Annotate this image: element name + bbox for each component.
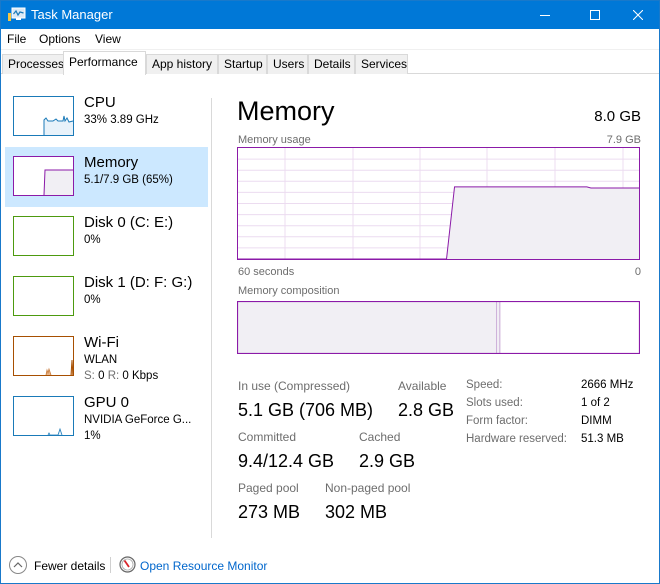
slots-used-label: Slots used: [466, 397, 523, 409]
form-factor-label: Form factor: [466, 415, 528, 427]
tab-startup[interactable]: Startup [218, 54, 267, 74]
menu-options[interactable]: Options [39, 32, 80, 46]
sidebar-item-gpu-0[interactable]: GPU 0 NVIDIA GeForce G... 1% [5, 387, 208, 447]
speed-label: Speed: [466, 379, 503, 391]
tab-performance[interactable]: Performance [63, 51, 146, 75]
sidebar-divider [211, 98, 212, 538]
sidebar-gpu-model: NVIDIA GeForce G... [84, 414, 192, 426]
sidebar-gpu-usage: 1% [84, 430, 101, 442]
tab-services[interactable]: Services [355, 54, 408, 74]
sidebar-item-wifi[interactable]: Wi-Fi WLAN S: 0 R: 0 Kbps [5, 327, 208, 387]
paged-pool-value: 273 MB [238, 502, 301, 522]
sidebar-disk1-usage: 0% [84, 294, 101, 306]
available-value: 2.8 GB [398, 400, 455, 420]
composition-in-use-segment [238, 302, 497, 353]
menu-file[interactable]: File [7, 32, 26, 46]
sidebar-disk0-usage: 0% [84, 234, 101, 246]
open-resource-monitor-link[interactable]: Open Resource Monitor [140, 559, 267, 573]
memory-usage-max: 7.9 GB [606, 134, 641, 146]
close-button[interactable] [615, 1, 660, 29]
sidebar-disk1-name: Disk 1 (D: F: G:) [84, 274, 193, 291]
sidebar-wifi-name: Wi-Fi [84, 334, 119, 351]
sidebar-item-disk-0[interactable]: Disk 0 (C: E:) 0% [5, 207, 208, 267]
memory-composition-bar [237, 301, 640, 354]
cpu-thumbnail-graph [13, 96, 74, 136]
sidebar-disk0-name: Disk 0 (C: E:) [84, 214, 174, 231]
tab-details[interactable]: Details [308, 54, 355, 74]
in-use-value: 5.1 GB (706 MB) [238, 400, 374, 420]
sidebar-memory-name: Memory [84, 154, 139, 171]
title-bar[interactable]: Task Manager [1, 1, 659, 29]
maximize-icon [590, 10, 600, 20]
time-axis-end: 0 [634, 266, 641, 278]
sidebar-wifi-adapter: WLAN [84, 354, 118, 366]
non-paged-pool-value: 302 MB [325, 502, 388, 522]
committed-label: Committed [238, 430, 297, 444]
memory-total: 8.0 GB [594, 108, 641, 125]
memory-thumbnail-graph [13, 156, 74, 196]
hardware-reserved-value: 51.3 MB [581, 433, 624, 445]
tab-bar: Processes Performance App history Startu… [1, 50, 659, 75]
tab-users[interactable]: Users [267, 54, 308, 74]
slots-used-value: 1 of 2 [581, 397, 610, 409]
wifi-receive-label: R: [107, 370, 120, 382]
sidebar-item-memory[interactable]: Memory 5.1/7.9 GB (65%) [5, 147, 208, 207]
sidebar-cpu-name: CPU [84, 94, 116, 111]
resource-monitor-icon [119, 556, 136, 573]
disk1-thumbnail-graph [13, 276, 74, 316]
disk0-thumbnail-graph [13, 216, 74, 256]
memory-usage-graph [237, 147, 640, 260]
task-manager-window: Task Manager File Options View Processes… [0, 0, 660, 584]
paged-pool-label: Paged pool [238, 481, 299, 495]
menu-bar: File Options View [1, 29, 659, 50]
footer: Fewer details Open Resource Monitor [1, 551, 659, 581]
time-axis-start: 60 seconds [238, 266, 295, 278]
speed-value: 2666 MHz [581, 379, 634, 391]
committed-value: 9.4/12.4 GB [238, 451, 335, 471]
form-factor-value: DIMM [581, 415, 612, 427]
non-paged-pool-label: Non-paged pool [325, 481, 411, 495]
sidebar-item-cpu[interactable]: CPU 33% 3.89 GHz [5, 87, 208, 147]
cached-value: 2.9 GB [359, 451, 416, 471]
available-label: Available [398, 379, 447, 393]
window-title: Task Manager [31, 7, 113, 22]
cached-label: Cached [359, 430, 401, 444]
minimize-button[interactable] [522, 1, 568, 29]
wifi-thumbnail-graph [13, 336, 74, 376]
close-icon [633, 10, 643, 20]
sidebar-wifi-throughput: S: 0 R: 0 Kbps [84, 370, 158, 382]
maximize-button[interactable] [572, 1, 618, 29]
wifi-send-label: S: [84, 370, 95, 382]
hardware-reserved-label: Hardware reserved: [466, 433, 567, 445]
tab-app-history[interactable]: App history [146, 54, 218, 74]
chevron-up-circle-icon[interactable] [8, 555, 28, 575]
minimize-icon [540, 15, 550, 16]
sidebar-item-disk-1[interactable]: Disk 1 (D: F: G:) 0% [5, 267, 208, 327]
menu-view[interactable]: View [95, 32, 121, 46]
in-use-label: In use (Compressed) [238, 379, 351, 393]
page-title: Memory [237, 96, 335, 126]
sidebar-cpu-usage: 33% 3.89 GHz [84, 114, 159, 126]
task-manager-app-icon [8, 7, 26, 21]
footer-divider [110, 557, 111, 573]
fewer-details-button[interactable]: Fewer details [34, 559, 105, 573]
memory-composition-label: Memory composition [238, 285, 340, 297]
tab-processes[interactable]: Processes [2, 54, 64, 74]
sidebar-gpu-name: GPU 0 [84, 394, 130, 411]
sidebar-memory-usage: 5.1/7.9 GB (65%) [84, 174, 173, 186]
wifi-send-value: 0 [98, 370, 105, 382]
memory-usage-label: Memory usage [238, 134, 311, 146]
gpu-thumbnail-graph [13, 396, 74, 436]
wifi-receive-value: 0 Kbps [122, 370, 159, 382]
